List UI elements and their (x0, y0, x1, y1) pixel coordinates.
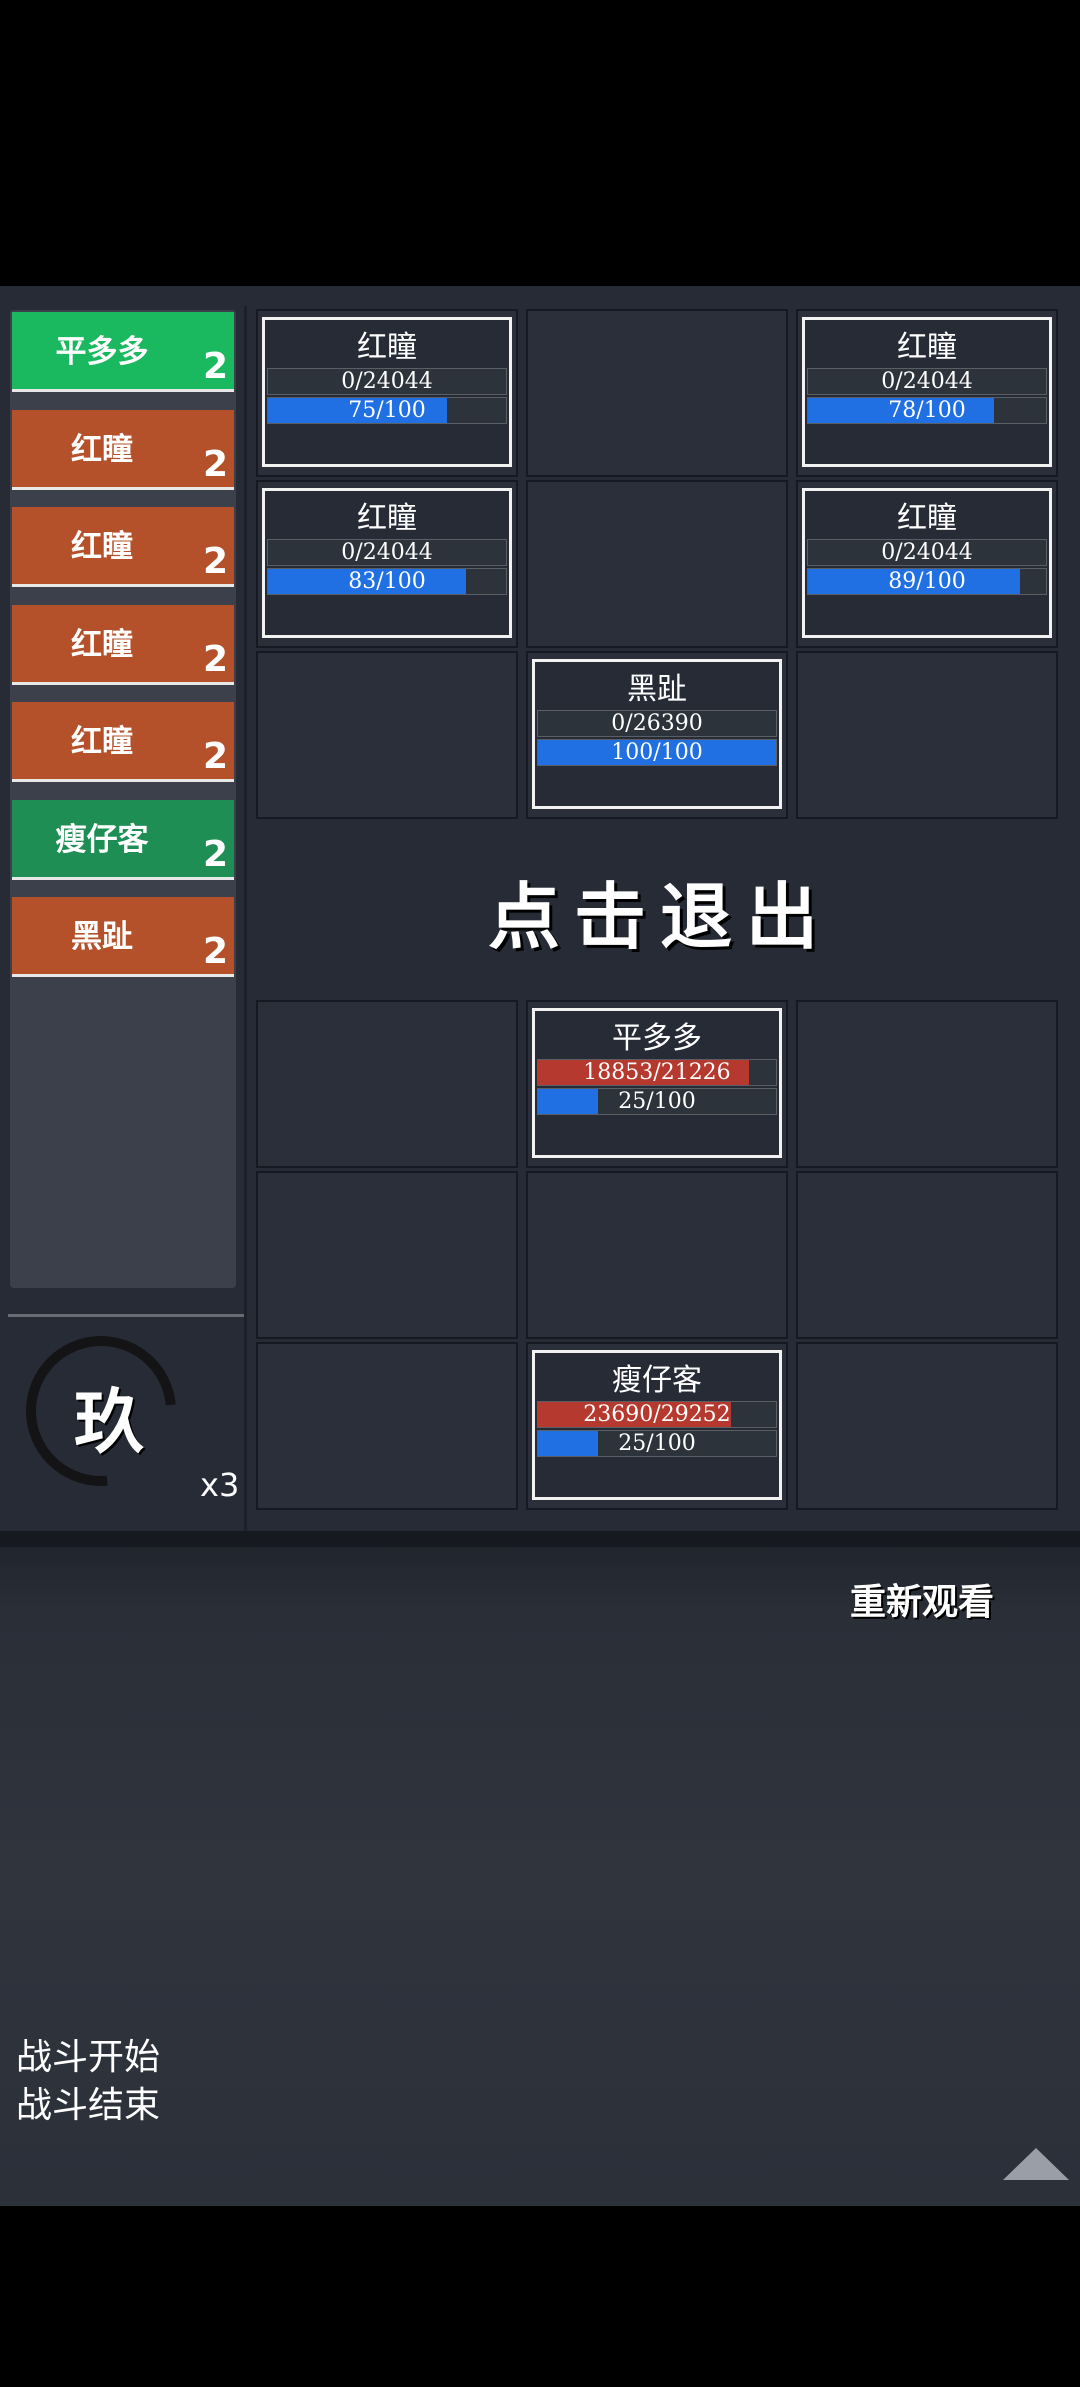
player-unit-card[interactable]: 平多多 18853/21226 25/100 (532, 1008, 782, 1158)
enemy-unit-card[interactable]: 红瞳 0/24044 83/100 (262, 488, 512, 638)
hp-bar: 0/24044 (267, 539, 507, 566)
energy-bar: 100/100 (537, 739, 777, 766)
replay-button[interactable]: 重新观看 (850, 1573, 994, 1625)
unit-name: 红瞳 (71, 529, 133, 565)
unit-card-name: 红瞳 (897, 330, 957, 365)
unit-count: 2 (202, 346, 228, 387)
hp-text: 0/24044 (341, 540, 433, 565)
energy-text: 78/100 (888, 398, 966, 423)
energy-text: 25/100 (618, 1431, 696, 1456)
sidebar-item-unit[interactable]: 平多多 2 (12, 312, 234, 392)
energy-text: 89/100 (888, 569, 966, 594)
unit-name: 红瞳 (71, 626, 133, 663)
hp-bar: 0/26390 (537, 710, 777, 737)
hp-text: 18853/21226 (583, 1060, 731, 1085)
unit-card-name: 红瞳 (357, 330, 417, 365)
player-grid-cell[interactable] (256, 1000, 518, 1168)
unit-card-name: 红瞳 (357, 501, 417, 536)
player-grid-cell[interactable] (256, 1342, 518, 1510)
energy-bar: 89/100 (807, 568, 1047, 595)
unit-card-name: 黑趾 (627, 672, 687, 707)
sidebar-divider (8, 1314, 244, 1317)
unit-count: 2 (202, 638, 228, 680)
speed-badge[interactable]: 玖 (0, 1305, 207, 1517)
enemy-grid-cell[interactable] (796, 651, 1058, 819)
energy-bar: 75/100 (267, 397, 507, 424)
battle-log: 战斗开始 战斗结束 (16, 2034, 160, 2130)
enemy-grid-cell[interactable] (526, 480, 788, 648)
unit-card-name: 瘦仔客 (612, 1363, 702, 1398)
player-unit-card[interactable]: 瘦仔客 23690/29252 25/100 (532, 1350, 782, 1500)
energy-bar: 25/100 (537, 1430, 777, 1457)
energy-bar: 25/100 (537, 1088, 777, 1115)
player-grid-cell[interactable] (796, 1000, 1058, 1168)
player-grid-cell[interactable] (796, 1171, 1058, 1339)
energy-text: 75/100 (348, 398, 426, 423)
hp-text: 23690/29252 (583, 1402, 731, 1427)
unit-name: 黑趾 (71, 919, 133, 955)
unit-name: 瘦仔客 (55, 821, 149, 858)
speed-glyph: 玖 (74, 1380, 144, 1463)
enemy-unit-card[interactable]: 红瞳 0/24044 75/100 (262, 317, 512, 467)
unit-count: 2 (202, 931, 228, 972)
unit-name: 红瞳 (71, 431, 133, 468)
sidebar-item-unit[interactable]: 红瞳 2 (12, 507, 234, 587)
hp-bar: 0/24044 (807, 368, 1047, 395)
energy-text: 83/100 (348, 569, 426, 594)
unit-card-name: 红瞳 (897, 501, 957, 536)
sidebar-item-unit[interactable]: 红瞳 2 (12, 604, 234, 685)
sidebar-item-unit[interactable]: 红瞳 2 (12, 409, 234, 490)
enemy-unit-card[interactable]: 红瞳 0/24044 89/100 (802, 488, 1052, 638)
enemy-unit-card[interactable]: 红瞳 0/24044 78/100 (802, 317, 1052, 467)
player-grid-cell[interactable] (796, 1342, 1058, 1510)
unit-count: 2 (202, 541, 228, 582)
hp-bar: 0/24044 (267, 368, 507, 395)
hp-text: 0/24044 (341, 369, 433, 394)
speed-multiplier[interactable]: x3 (200, 1466, 239, 1504)
log-panel (0, 1531, 1080, 2206)
energy-bar: 83/100 (267, 568, 507, 595)
hp-bar: 0/24044 (807, 539, 1047, 566)
enemy-grid-cell[interactable] (256, 651, 518, 819)
hp-text: 0/26390 (611, 711, 703, 736)
unit-name: 红瞳 (71, 724, 133, 760)
energy-bar: 78/100 (807, 397, 1047, 424)
sidebar-item-unit[interactable]: 瘦仔客 2 (12, 799, 234, 880)
energy-text: 100/100 (611, 740, 703, 765)
player-grid-cell[interactable] (256, 1171, 518, 1339)
hp-bar: 18853/21226 (537, 1059, 777, 1086)
unit-roster-sidebar: 平多多 2 红瞳 2 红瞳 2 红瞳 2 红瞳 2 瘦仔客 2 黑趾 2 (10, 310, 236, 1288)
tap-to-exit-label[interactable]: 点击退出 (250, 858, 1070, 963)
collapse-up-icon[interactable] (1003, 2148, 1069, 2180)
unit-count: 2 (202, 736, 228, 777)
unit-count: 2 (202, 443, 228, 485)
energy-text: 25/100 (618, 1089, 696, 1114)
unit-name: 平多多 (55, 334, 149, 370)
unit-card-name: 平多多 (612, 1021, 702, 1056)
brush-edge (0, 1531, 1080, 1547)
enemy-grid-cell[interactable] (526, 309, 788, 477)
player-grid-cell[interactable] (526, 1171, 788, 1339)
sidebar-separator (244, 306, 247, 1566)
log-line: 战斗开始 (16, 2037, 161, 2078)
enemy-unit-card[interactable]: 黑趾 0/26390 100/100 (532, 659, 782, 809)
sidebar-item-unit[interactable]: 红瞳 2 (12, 702, 234, 782)
log-line: 战斗结束 (16, 2085, 161, 2126)
unit-count: 2 (202, 833, 228, 875)
hp-bar: 23690/29252 (537, 1401, 777, 1428)
hp-text: 0/24044 (881, 540, 973, 565)
hp-text: 0/24044 (881, 369, 973, 394)
battle-screen[interactable]: 平多多 2 红瞳 2 红瞳 2 红瞳 2 红瞳 2 瘦仔客 2 黑趾 2 玖 x3 红瞳 0/24044 75… (0, 286, 1080, 2206)
sidebar-item-unit[interactable]: 黑趾 2 (12, 897, 234, 977)
